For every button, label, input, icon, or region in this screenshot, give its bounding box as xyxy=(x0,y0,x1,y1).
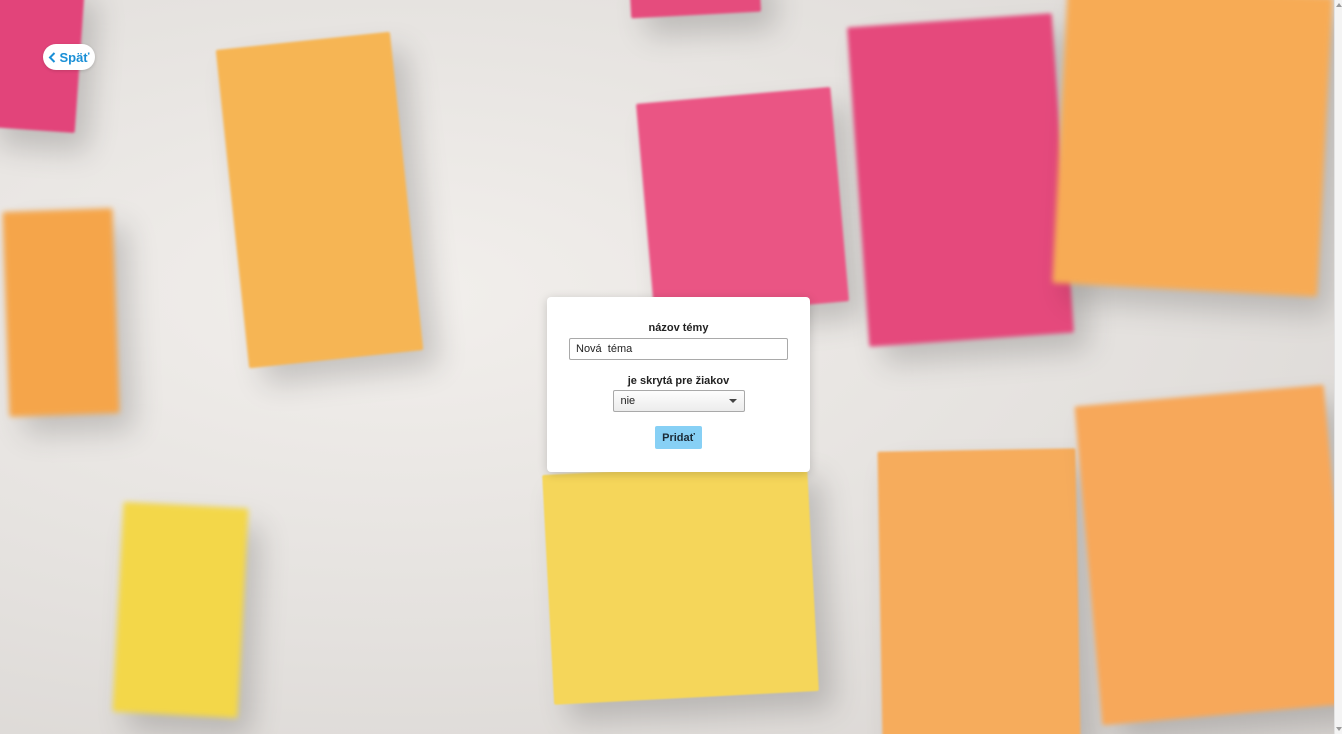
topic-name-label: názov témy xyxy=(648,322,709,334)
sticky-note xyxy=(877,448,1081,734)
chevron-left-icon xyxy=(49,51,56,63)
scroll-up-icon[interactable] xyxy=(1336,3,1342,7)
sticky-note xyxy=(1052,0,1333,297)
add-button[interactable]: Pridať xyxy=(655,426,702,449)
sticky-note xyxy=(636,86,849,319)
scroll-down-icon[interactable] xyxy=(1336,727,1342,731)
sticky-note xyxy=(112,501,249,719)
topic-name-input[interactable] xyxy=(569,338,788,360)
sticky-note xyxy=(628,0,762,19)
new-topic-dialog: názov témy je skrytá pre žiakov nie Prid… xyxy=(547,297,810,472)
sticky-note xyxy=(542,461,819,705)
sticky-note xyxy=(2,208,120,417)
back-button[interactable]: Späť xyxy=(43,44,95,70)
chevron-down-icon xyxy=(728,399,737,403)
back-button-label: Späť xyxy=(59,49,90,65)
sticky-note xyxy=(847,13,1074,347)
hidden-for-students-select[interactable]: nie xyxy=(612,390,745,412)
sticky-note xyxy=(1074,384,1342,726)
hidden-for-students-label: je skrytá pre žiakov xyxy=(627,375,730,387)
sticky-note xyxy=(215,31,424,369)
scrollbar[interactable] xyxy=(1334,0,1342,734)
select-value: nie xyxy=(620,395,636,407)
